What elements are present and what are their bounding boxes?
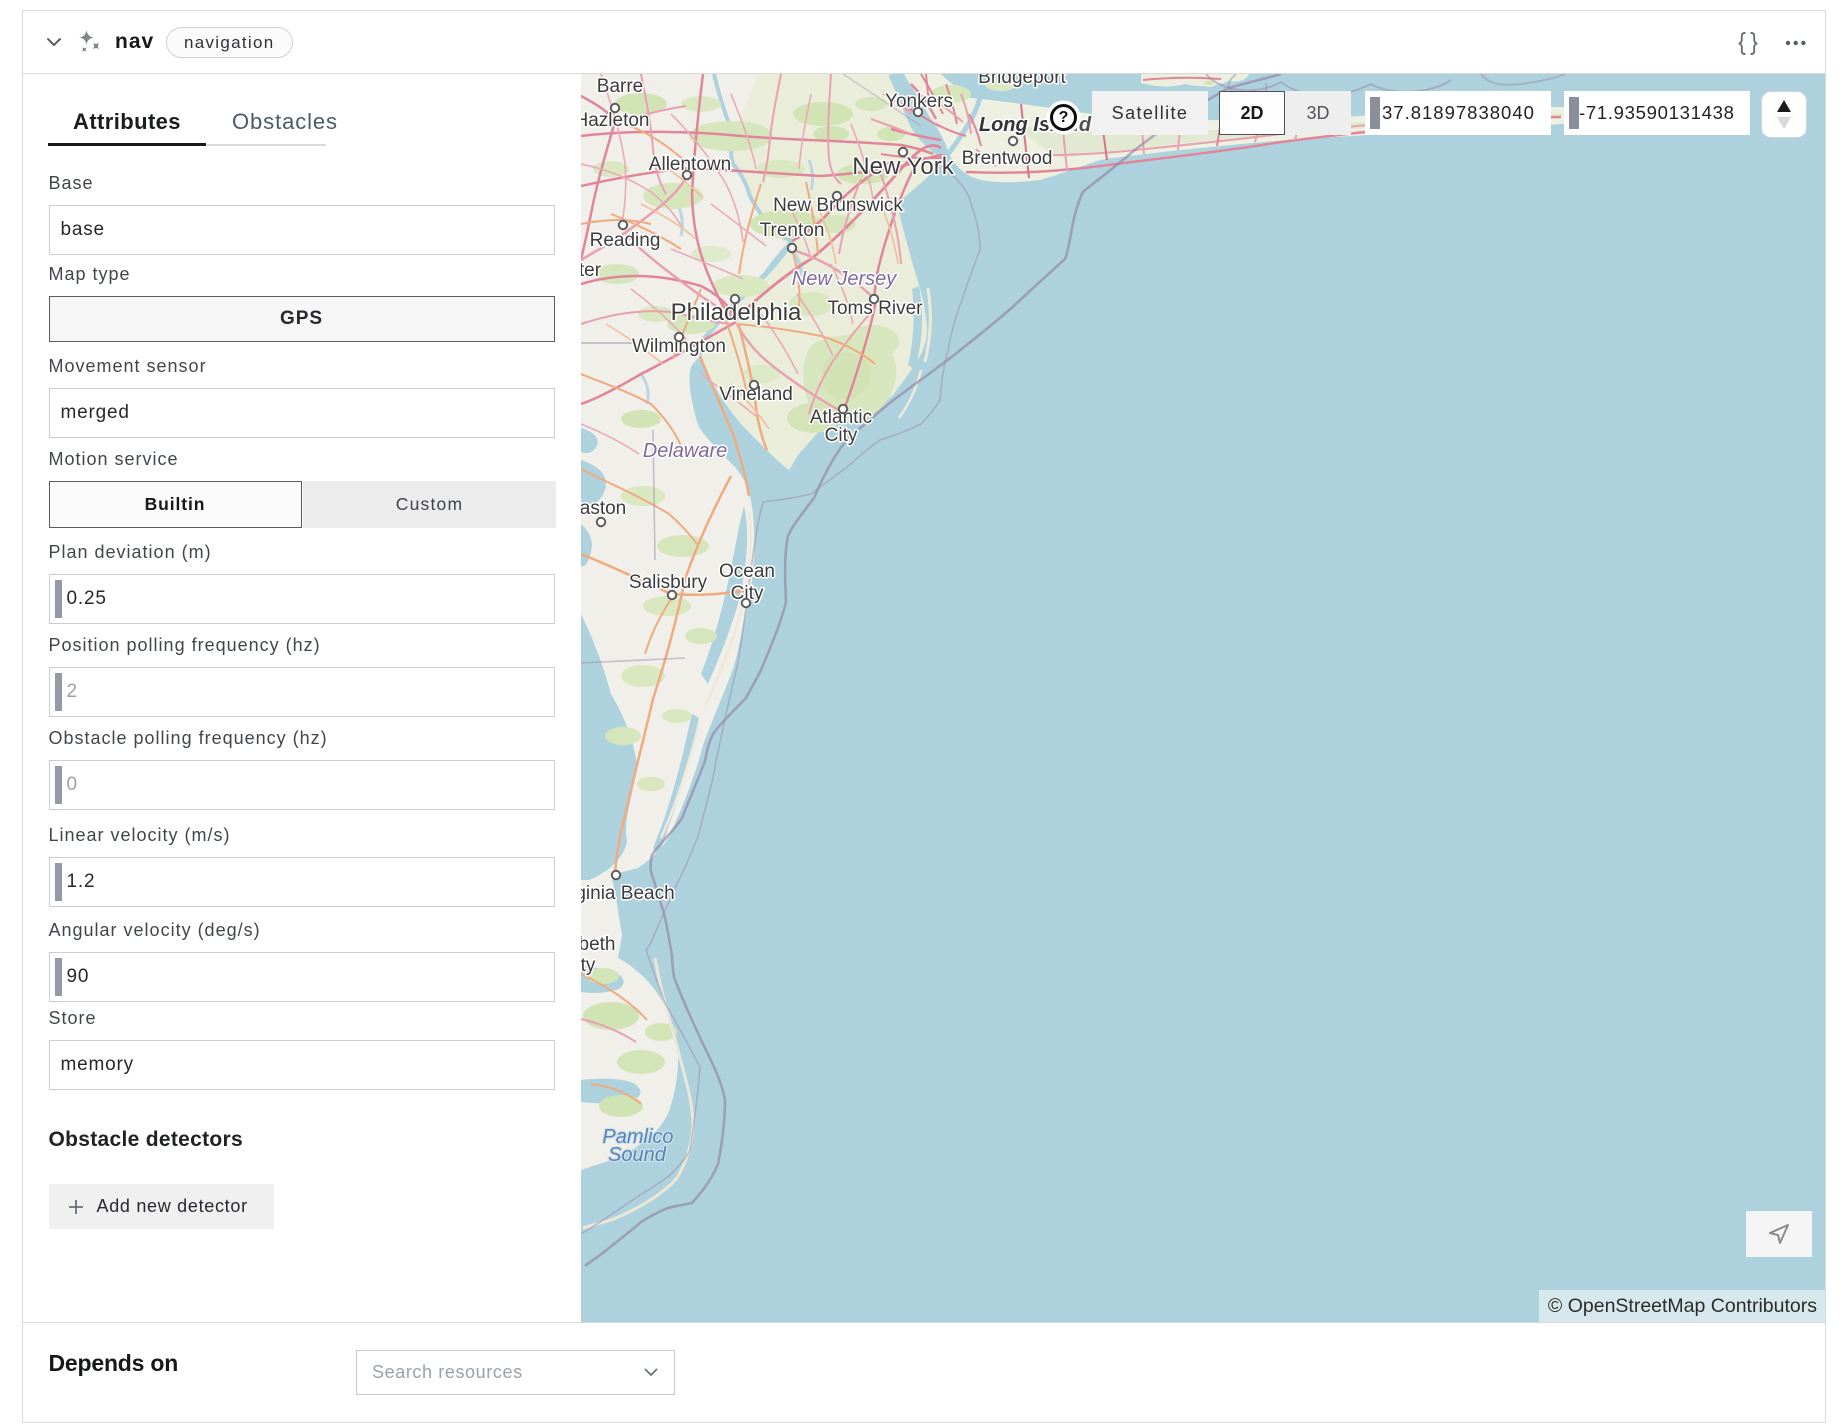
svg-text:Sound: Sound	[608, 1144, 667, 1166]
svg-text:Salisbury: Salisbury	[629, 572, 708, 593]
svg-text:ter: ter	[581, 260, 602, 281]
svg-text:Reading: Reading	[590, 230, 661, 251]
svg-text:beth: beth	[581, 934, 615, 955]
svg-text:Brentwood: Brentwood	[962, 148, 1053, 169]
svg-text:Delaware: Delaware	[643, 440, 727, 462]
svg-text:New Jersey: New Jersey	[792, 268, 897, 290]
svg-text:aston: aston	[581, 498, 626, 519]
svg-text:Ocean: Ocean	[719, 561, 775, 582]
svg-text:ty: ty	[581, 955, 596, 976]
svg-text:Trenton: Trenton	[760, 220, 825, 241]
svg-text:ginia Beach: ginia Beach	[581, 883, 675, 904]
svg-text:City: City	[825, 425, 858, 446]
svg-text:Barre: Barre	[597, 76, 643, 97]
svg-text:Bridgeport: Bridgeport	[978, 74, 1066, 88]
